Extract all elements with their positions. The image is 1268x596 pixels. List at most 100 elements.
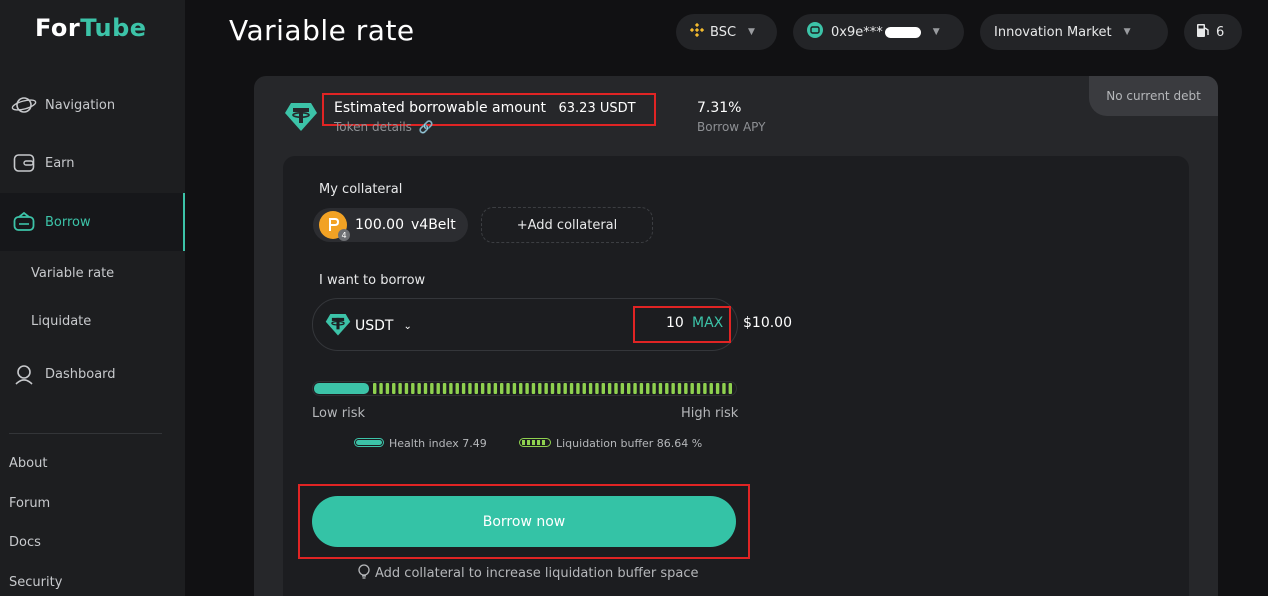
buffer-segment: [658, 383, 663, 394]
chevron-down-icon: ▼: [748, 27, 755, 37]
buffer-segment: [709, 383, 713, 394]
borrow-now-button[interactable]: Borrow now: [312, 496, 736, 547]
estimate-value: 63.23 USDT: [558, 101, 636, 116]
liquidation-buffer-text: Liquidation buffer 86.64 %: [556, 437, 703, 450]
app-root: ForTube Navigation Earn Borrow Variable …: [0, 0, 1268, 596]
footer-link-forum[interactable]: Forum: [9, 496, 50, 511]
buffer-segment: [436, 383, 440, 394]
sidebar-item-label: Earn: [45, 155, 75, 171]
buffer-segment: [506, 383, 510, 394]
buffer-segment: [487, 383, 491, 394]
sidebar-subitem-variable-rate[interactable]: Variable rate: [31, 266, 114, 281]
v4belt-icon: 4: [319, 211, 350, 241]
liquidation-buffer-legend: Liquidation buffer 86.64 %: [519, 437, 702, 450]
collateral-hint: Add collateral to increase liquidation b…: [357, 564, 699, 583]
buffer-segment: [595, 383, 599, 394]
buffer-segment: [544, 383, 548, 394]
buffer-segment: [696, 383, 701, 394]
collateral-chip[interactable]: 4 100.00 v4Belt: [313, 208, 468, 242]
buffer-segment: [538, 383, 542, 394]
buffer-segment: [430, 383, 434, 394]
footer-link-security[interactable]: Security: [9, 575, 62, 590]
buffer-segment: [373, 383, 377, 394]
estimate-label: Estimated borrowable amount: [334, 100, 547, 116]
hint-text: Add collateral to increase liquidation b…: [375, 566, 699, 581]
buffer-segment: [582, 383, 586, 394]
sidebar-item-borrow[interactable]: Borrow: [0, 193, 185, 251]
borrow-card: No current debt Estimated borrowable amo…: [254, 76, 1218, 596]
usdt-icon: [284, 99, 318, 133]
buffer-segment: [379, 383, 383, 394]
gas-button[interactable]: 6: [1184, 14, 1242, 50]
wallet-address: 0x9e***: [831, 24, 883, 40]
chevron-down-icon: ▼: [1123, 27, 1131, 37]
buffer-segment: [480, 383, 485, 394]
sidebar-item-dashboard[interactable]: Dashboard: [0, 345, 185, 403]
buffer-segment: [411, 383, 415, 394]
buffer-segment: [468, 383, 472, 394]
sidebar-item-label: Dashboard: [45, 366, 116, 382]
footer-link-docs[interactable]: Docs: [9, 535, 41, 550]
sidebar-item-earn[interactable]: Earn: [0, 134, 185, 192]
user-icon: [11, 363, 37, 385]
buffer-segment: [614, 383, 618, 394]
buffer-swatch: [519, 437, 551, 450]
buffer-segment: [728, 383, 732, 394]
collateral-label: My collateral: [319, 182, 403, 197]
borrow-token-select[interactable]: USDT ⌄: [325, 311, 412, 341]
buffer-segment: [500, 383, 504, 394]
market-selector[interactable]: Innovation Market ▼: [980, 14, 1168, 50]
gas-count: 6: [1216, 24, 1225, 40]
risk-meter: [312, 381, 737, 396]
borrow-amount-input[interactable]: 10: [666, 315, 684, 331]
sidebar-item-navigation[interactable]: Navigation: [0, 76, 185, 134]
network-selector[interactable]: BSC ▼: [676, 14, 777, 50]
health-fill: [314, 383, 369, 394]
collateral-token: v4Belt: [411, 217, 456, 233]
debt-status-tag: No current debt: [1089, 76, 1218, 116]
page-title: Variable rate: [229, 14, 415, 47]
network-label: BSC: [710, 24, 737, 40]
token-details-link[interactable]: Token details 🔗: [334, 120, 434, 134]
buffer-segment: [652, 383, 656, 394]
buffer-segment: [392, 383, 396, 394]
borrow-icon: [11, 211, 37, 233]
buffer-segment: [461, 383, 466, 394]
buffer-segment: [404, 383, 409, 394]
chevron-down-icon: ⌄: [403, 320, 412, 332]
buffer-segment: [620, 383, 625, 394]
bnb-icon: [689, 22, 705, 41]
collateral-amount: 100.00: [355, 217, 404, 233]
market-label: Innovation Market: [994, 24, 1112, 40]
buffer-segment: [550, 383, 555, 394]
max-button[interactable]: MAX: [692, 315, 723, 331]
buffer-segment: [563, 383, 567, 394]
sidebar-subitem-liquidate[interactable]: Liquidate: [31, 314, 91, 329]
wallet-icon: [11, 152, 37, 174]
buffer-segment: [646, 383, 650, 394]
buffer-segment: [607, 383, 612, 394]
token-details-label: Token details: [334, 120, 412, 134]
buffer-segment: [569, 383, 574, 394]
buffer-segment: [525, 383, 529, 394]
usdt-icon: [325, 311, 351, 341]
buffer-segment: [633, 383, 637, 394]
buffer-segment: [627, 383, 631, 394]
planet-icon: [11, 94, 37, 116]
sidebar-item-label: Borrow: [45, 214, 91, 230]
buffer-segment: [474, 383, 478, 394]
wallet-selector[interactable]: 0x9e*** ▼: [793, 14, 964, 50]
sidebar-item-label: Navigation: [45, 97, 116, 113]
footer-link-about[interactable]: About: [9, 456, 47, 471]
buffer-segment: [519, 383, 523, 394]
buffer-segment: [684, 383, 688, 394]
borrow-apy-value: 7.31%: [697, 100, 742, 116]
buffer-segment: [690, 383, 694, 394]
buffer-segment: [665, 383, 669, 394]
fortube-logo[interactable]: ForTube: [35, 14, 147, 42]
risk-low-label: Low risk: [312, 406, 365, 421]
estimated-borrowable: Estimated borrowable amount 63.23 USDT: [334, 100, 636, 116]
buffer-segment: [455, 383, 459, 394]
add-collateral-button[interactable]: +Add collateral: [481, 207, 653, 243]
borrow-apy-label: Borrow APY: [697, 120, 766, 134]
